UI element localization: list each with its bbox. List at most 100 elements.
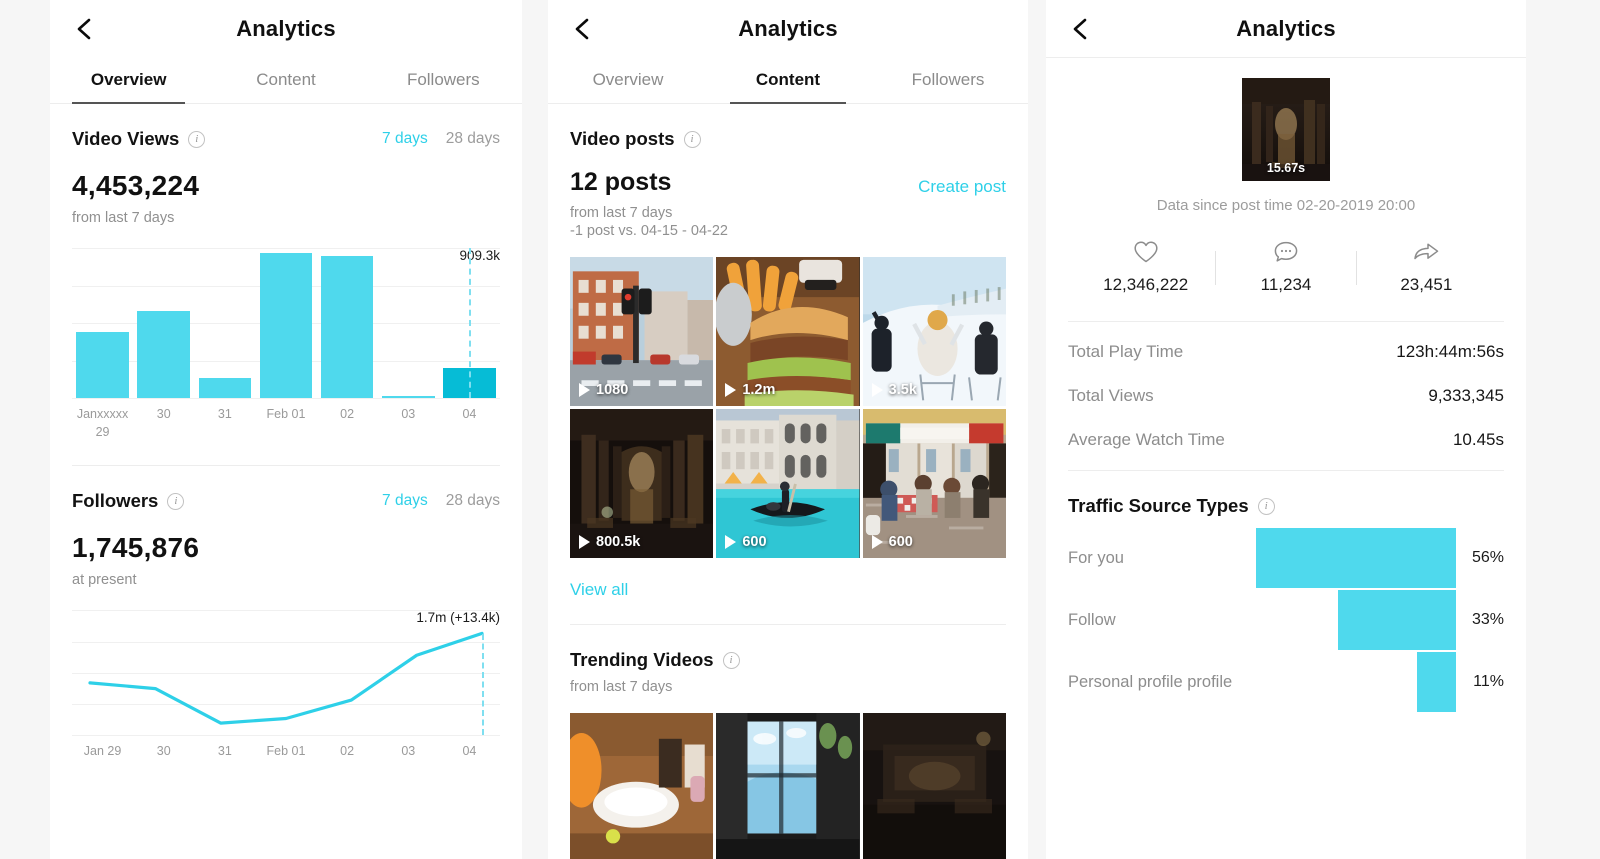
- bar[interactable]: [381, 396, 435, 398]
- x-tick-label: 03: [401, 744, 416, 759]
- comments-value: 11,234: [1260, 275, 1312, 294]
- posts-caption-compare: -1 post vs. 04-15 - 04-22: [570, 223, 728, 239]
- traffic-header: Traffic Source Types i: [1068, 471, 1504, 517]
- video-thumbnail[interactable]: 1.2m: [716, 257, 860, 407]
- info-icon[interactable]: i: [683, 130, 701, 148]
- page-title: Analytics: [236, 15, 336, 41]
- metric-label: Average Watch Time: [1068, 430, 1225, 449]
- tab-overview-label: Overview: [90, 70, 167, 89]
- page-title: Analytics: [1236, 15, 1336, 41]
- video-thumbnail[interactable]: [570, 713, 714, 859]
- x-tick-label: Feb 01: [266, 744, 306, 759]
- tab-followers[interactable]: Followers: [868, 57, 1028, 103]
- metric-value: 123h:44m:56s: [1396, 342, 1504, 361]
- bar-slot: [194, 377, 255, 398]
- video-thumbnail[interactable]: 800.5k: [570, 409, 714, 559]
- bar[interactable]: [137, 311, 190, 398]
- analytics-content-panel: Analytics Overview Content Followers Vid…: [548, 0, 1028, 859]
- play-count-value: 1080: [596, 382, 629, 399]
- trending-videos-section: Trending Videos i from last 7 days: [548, 625, 1028, 859]
- video-thumbnail[interactable]: 600: [862, 409, 1006, 559]
- thumbnail-image: [716, 713, 860, 859]
- tab-content-label: Content: [755, 70, 821, 89]
- play-count-overlay: 3.5k: [871, 382, 917, 399]
- content-tabbar: Overview Content Followers: [548, 57, 1028, 104]
- back-icon[interactable]: [570, 16, 596, 42]
- video-thumbnail[interactable]: [862, 713, 1006, 859]
- play-icon: [579, 383, 590, 398]
- x-tick-label: 31: [217, 744, 232, 759]
- tab-overview[interactable]: Overview: [50, 57, 207, 104]
- x-tick-label: 04: [462, 407, 477, 421]
- bar[interactable]: [259, 253, 313, 398]
- video-views-bar-chart: 909.3k Janxxxxx 29 30 31 Feb 01 02 03 04: [72, 248, 500, 441]
- info-icon[interactable]: i: [167, 492, 185, 510]
- tab-followers[interactable]: Followers: [365, 57, 522, 103]
- x-tick-label: 31: [217, 407, 232, 421]
- info-icon[interactable]: i: [1257, 497, 1275, 515]
- bar-slot: [133, 311, 194, 398]
- trending-title: Trending Videos: [570, 649, 714, 671]
- video-hero: 15.67s Data since post time 02-20-2019 2…: [1046, 58, 1526, 214]
- play-icon: [871, 383, 883, 398]
- bar[interactable]: [76, 331, 129, 398]
- video-posts-header: Video posts i: [570, 104, 1006, 150]
- followers-header: Followers i 7 days 28 days: [72, 466, 500, 512]
- traffic-bar[interactable]: [1256, 528, 1456, 588]
- range-7-days[interactable]: 7 days: [382, 130, 428, 148]
- video-thumbnail[interactable]: 3.5k: [862, 257, 1006, 407]
- followers-section: Followers i 7 days 28 days 1,745,876 at …: [50, 466, 522, 760]
- traffic-source-label: Follow: [1068, 610, 1116, 629]
- tab-overview[interactable]: Overview: [548, 57, 708, 103]
- view-all-link[interactable]: View all: [570, 580, 628, 600]
- followers-caption: at present: [72, 572, 137, 589]
- info-icon[interactable]: i: [188, 130, 206, 148]
- trending-title-wrap: Trending Videos i: [570, 649, 740, 671]
- tab-content[interactable]: Content: [207, 57, 364, 103]
- video-thumbnail[interactable]: [716, 713, 860, 859]
- tab-content[interactable]: Content: [708, 57, 868, 104]
- engagement-stats-row: 12,346,222 11,234 23,451: [1046, 240, 1526, 295]
- comments-stat[interactable]: 11,234: [1216, 240, 1355, 295]
- video-views-header: Video Views i 7 days 28 days: [72, 104, 500, 150]
- traffic-source-row: For you 56%: [1068, 527, 1504, 589]
- traffic-percent-value: 11%: [1473, 673, 1504, 690]
- bar[interactable]: [198, 377, 252, 398]
- likes-stat[interactable]: 12,346,222: [1076, 240, 1215, 295]
- bar-chart-plot-area: [72, 248, 500, 399]
- x-tick-label: 02: [340, 744, 355, 759]
- range-28-days[interactable]: 28 days: [446, 130, 500, 148]
- annotation-dash-line: [469, 248, 472, 398]
- traffic-source-label: Personal profile profile: [1068, 672, 1233, 691]
- play-count-overlay: 1080: [579, 382, 628, 398]
- back-icon[interactable]: [72, 16, 98, 42]
- posts-count: 12 posts: [570, 168, 672, 196]
- bar-chart-x-axis: Janxxxxx 29 30 31 Feb 01 02 03 04: [72, 405, 500, 441]
- play-count-value: 800.5k: [596, 534, 641, 551]
- annotation-dash-line: [482, 633, 484, 736]
- play-count-value: 3.5k: [888, 382, 917, 399]
- traffic-bar[interactable]: [1416, 652, 1456, 712]
- range-28-days[interactable]: 28 days: [446, 492, 500, 510]
- traffic-source-row: Follow 33%: [1068, 589, 1504, 651]
- video-views-section: Video Views i 7 days 28 days 4,453,224 f…: [50, 104, 522, 441]
- traffic-bar[interactable]: [1338, 590, 1456, 650]
- info-icon[interactable]: i: [722, 651, 740, 669]
- video-thumbnail[interactable]: 600: [716, 409, 860, 559]
- video-thumbnail[interactable]: 1080: [570, 257, 714, 407]
- create-post-button[interactable]: Create post: [918, 177, 1006, 197]
- tab-overview-label: Overview: [592, 70, 664, 89]
- play-count-overlay: 600: [871, 534, 913, 550]
- x-tick-label: 03: [401, 407, 416, 421]
- followers-title-wrap: Followers i: [72, 490, 185, 512]
- traffic-percent-value: 56%: [1471, 549, 1504, 566]
- bar[interactable]: [320, 256, 374, 398]
- metric-value: 9,333,345: [1428, 386, 1504, 405]
- shares-stat[interactable]: 23,451: [1357, 240, 1496, 295]
- comment-icon: [1274, 241, 1298, 262]
- metric-value: 10.45s: [1452, 430, 1504, 449]
- play-count-value: 1.2m: [742, 382, 776, 399]
- video-thumbnail[interactable]: 15.67s: [1242, 78, 1330, 181]
- back-icon[interactable]: [1068, 16, 1094, 42]
- range-7-days[interactable]: 7 days: [382, 492, 428, 510]
